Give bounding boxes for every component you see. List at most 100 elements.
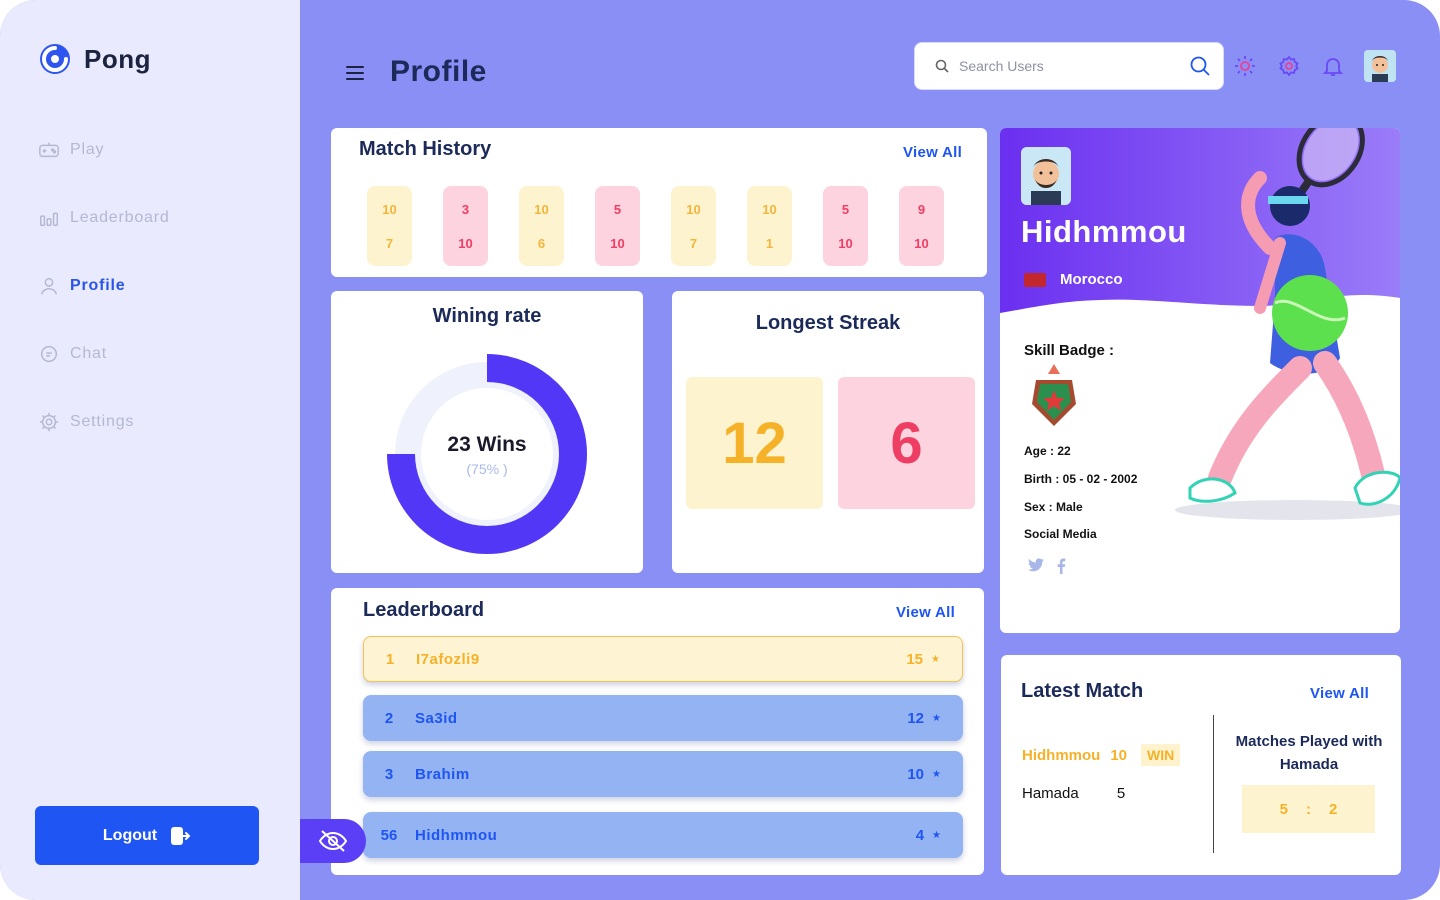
profile-country: Morocco [1024,271,1123,288]
leaderboard-row[interactable]: 3 Brahim 10 ★ [363,751,963,797]
match-score-bottom: 10 [914,235,929,251]
search-input[interactable] [959,58,1189,74]
match-history-card: Match History View All 10 7 3 10 10 6 5 10 10 7 10… [331,128,987,277]
leaderboard-row-current-user[interactable]: 56 Hidhmmou 4 ★ [363,812,963,858]
match-score-pill[interactable]: 3 10 [443,186,488,266]
leaderboard-name: Brahim [415,765,470,783]
match-score-top: 5 [613,201,622,217]
latest-match-view-all-link[interactable]: View All [1310,685,1369,702]
chat-icon [40,345,58,363]
bar-chart-icon [40,212,58,227]
logout-icon [171,826,191,845]
profile-sex: Sex : Male [1024,500,1083,514]
record-right: 2 [1329,800,1338,818]
donut-label: 23 Wins (75% ) [331,433,643,477]
match-score-bottom: 10 [458,235,473,251]
logout-label: Logout [102,826,158,844]
winning-rate-title: Wining rate [432,305,542,327]
social-links [1028,558,1066,574]
match-score-pill[interactable]: 10 6 [519,186,564,266]
sidebar-item-leaderboard[interactable]: Leaderboard [38,204,170,232]
menu-icon[interactable] [346,66,364,80]
match-score-pill[interactable]: 5 10 [595,186,640,266]
app-frame: Pong Play Leaderboard Profile Chat Setti… [0,0,1440,900]
sidebar-item-label: Leaderboard [70,209,170,226]
skill-badge-icon [1032,364,1076,426]
opponent-name: Hamada [1022,785,1079,802]
leaderboard-rank: 1 [385,650,395,668]
longest-streak-card: Longest Streak 12 6 [672,291,984,573]
sidebar-item-chat[interactable]: Chat [38,340,170,368]
profile-card: Hidhmmou Morocco Skill Badge: Age: 22 … [1000,128,1400,633]
search-bar[interactable] [914,42,1224,90]
profile-avatar-image [1021,147,1071,205]
match-score-bottom: 10 [610,235,625,251]
profile-birth: Birth : 05 - 02 - 2002 [1024,472,1138,486]
loss-streak-box: 6 [838,377,975,509]
leaderboard-row[interactable]: 1 I7afozli9 15 ★ [363,636,963,682]
match-score-pill[interactable]: 10 7 [671,186,716,266]
sidebar-item-settings[interactable]: Settings [38,408,170,436]
logout-button[interactable]: Logout [35,806,259,865]
head-to-head-score: 5 : 2 [1242,785,1375,833]
match-score-bottom: 7 [689,235,698,251]
leaderboard-rank: 3 [384,765,394,783]
leaderboard-points: 4 [915,826,925,844]
settings-gear-icon[interactable] [1277,54,1301,78]
search-small-icon [935,59,949,73]
longest-streak-title: Longest Streak [755,312,901,334]
star-icon: ★ [932,768,941,780]
latest-match-winner: Hidhmmou 10 WIN [1022,744,1181,766]
latest-match-card: Latest Match View All Hidhmmou 10 WIN Ha… [1001,655,1401,875]
match-score-top: 3 [461,201,470,217]
match-history-view-all-link[interactable]: View All [903,144,962,161]
match-score-top: 5 [841,201,850,217]
leaderboard-name: Sa3id [415,709,458,727]
twitter-icon[interactable] [1028,558,1044,572]
match-score-top: 10 [382,201,397,217]
sidebar-item-label: Chat [70,345,107,362]
star-icon: ★ [931,653,940,665]
sidebar-nav: Play Leaderboard Profile Chat Settings [38,136,170,476]
latest-match-title: Latest Match [1021,680,1144,702]
user-icon [40,277,58,295]
win-percentage: (75% ) [466,461,508,477]
notification-bell-icon[interactable] [1321,54,1345,78]
match-history-title: Match History [359,138,492,160]
win-badge: WIN [1141,744,1181,766]
sidebar-item-label: Settings [70,413,135,430]
hide-toggle-button[interactable] [300,819,366,863]
winner-name: Hidhmmou [1022,746,1101,764]
record-left: 5 [1279,800,1288,818]
leaderboard-view-all-link[interactable]: View All [896,604,955,621]
match-score-pill[interactable]: 9 10 [899,186,944,266]
leaderboard-rank: 2 [384,709,394,727]
country-name: Morocco [1060,271,1123,288]
sidebar-item-play[interactable]: Play [38,136,170,164]
user-avatar[interactable] [1364,50,1396,82]
match-score-bottom: 7 [385,235,394,251]
match-score-pill[interactable]: 10 7 [367,186,412,266]
search-icon[interactable] [1189,55,1211,77]
theme-sun-icon[interactable] [1233,54,1257,78]
sidebar-item-label: Play [70,141,105,158]
app-logo[interactable]: Pong [38,42,151,76]
social-media-label: Social Media [1024,527,1097,541]
facebook-icon[interactable] [1056,558,1066,574]
star-icon: ★ [932,712,941,724]
match-history-list: 10 7 3 10 10 6 5 10 10 7 10 1 5 10 9 10 [367,186,944,266]
opponent-score: 5 [1116,785,1126,802]
leaderboard-name: Hidhmmou [415,826,498,844]
match-score-bottom: 6 [537,235,546,251]
matches-played-title: Matches Played with Hamada [1235,733,1383,773]
star-icon: ★ [932,829,941,841]
leaderboard-card: Leaderboard View All 1 I7afozli9 15 ★ 2 S… [331,588,984,875]
leaderboard-title: Leaderboard [363,599,485,621]
match-score-pill[interactable]: 10 1 [747,186,792,266]
leaderboard-row[interactable]: 2 Sa3id 12 ★ [363,695,963,741]
sidebar-item-profile[interactable]: Profile [38,272,170,300]
match-score-pill[interactable]: 5 10 [823,186,868,266]
sidebar: Pong Play Leaderboard Profile Chat Setti… [0,0,300,900]
tennis-player-illustration [1175,128,1400,520]
leaderboard-rank: 56 [380,826,398,844]
